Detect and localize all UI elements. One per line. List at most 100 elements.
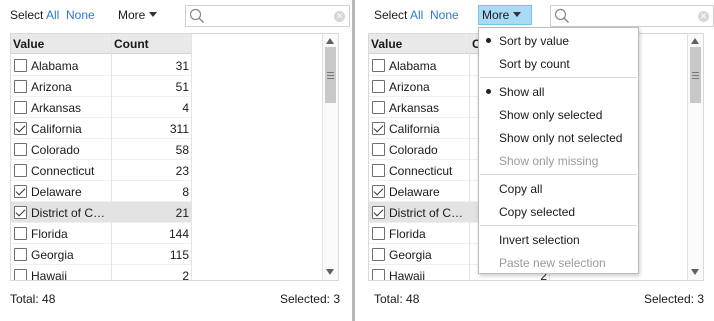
table-row[interactable]: Hawaii 2 <box>11 265 191 281</box>
row-count: 58 <box>175 143 189 157</box>
menu-separator <box>480 225 637 226</box>
row-value: Georgia <box>389 248 432 262</box>
table-row[interactable]: District of Columbia 21 <box>11 202 191 223</box>
menu-paste-new-selection: Paste new selection <box>499 256 606 270</box>
toolbar: Select All None More ✕ <box>368 5 714 27</box>
header-count[interactable]: Count <box>114 37 149 51</box>
vertical-scrollbar[interactable] <box>322 34 338 280</box>
menu-show-only-not-selected[interactable]: Show only not selected <box>499 131 622 145</box>
row-value: Alabama <box>389 59 437 73</box>
scroll-down-icon[interactable] <box>691 269 699 275</box>
row-count: 115 <box>169 248 189 262</box>
row-value: Connecticut <box>31 164 95 178</box>
clear-search-icon[interactable]: ✕ <box>334 11 345 22</box>
menu-separator <box>480 77 637 78</box>
more-button[interactable]: More <box>114 5 161 25</box>
panel-divider <box>350 0 358 321</box>
search-input[interactable]: ✕ <box>185 5 350 27</box>
menu-sort-by-value[interactable]: Sort by value <box>499 34 569 48</box>
toolbar: Select All None More ✕ <box>10 5 350 27</box>
menu-show-all[interactable]: Show all <box>499 85 544 99</box>
row-checkbox[interactable] <box>14 227 27 240</box>
row-checkbox[interactable] <box>14 80 27 93</box>
row-checkbox[interactable] <box>372 122 385 135</box>
row-value: Alabama <box>31 59 79 73</box>
header-value[interactable]: Value <box>13 37 44 51</box>
row-count: 21 <box>175 206 189 220</box>
vertical-scrollbar[interactable] <box>687 34 703 280</box>
search-icon <box>554 8 569 23</box>
row-checkbox[interactable] <box>372 143 385 156</box>
menu-copy-selected[interactable]: Copy selected <box>499 205 575 219</box>
header-value[interactable]: Value <box>371 37 402 51</box>
grip-icon <box>327 72 334 79</box>
row-checkbox[interactable] <box>372 227 385 240</box>
row-checkbox[interactable] <box>372 269 385 280</box>
search-input[interactable]: ✕ <box>550 5 714 27</box>
row-checkbox[interactable] <box>14 122 27 135</box>
row-value: District of Columbia <box>31 206 111 220</box>
row-count: 23 <box>175 164 189 178</box>
row-checkbox[interactable] <box>14 206 27 219</box>
row-checkbox[interactable] <box>372 206 385 219</box>
row-value: Hawaii <box>31 269 68 281</box>
table-row[interactable]: Connecticut 23 <box>11 160 191 181</box>
select-none-link[interactable]: None <box>66 8 95 22</box>
row-value: Arkansas <box>389 101 440 115</box>
selected-count: Selected: 3 <box>279 292 340 306</box>
selected-bullet-icon <box>486 89 491 94</box>
selected-bullet-icon <box>486 38 491 43</box>
row-checkbox[interactable] <box>372 185 385 198</box>
search-icon <box>189 8 204 23</box>
more-button[interactable]: More <box>478 5 532 25</box>
table-row[interactable]: Colorado 58 <box>11 139 191 160</box>
row-checkbox[interactable] <box>14 164 27 177</box>
column-divider <box>469 34 470 280</box>
clear-search-icon[interactable]: ✕ <box>698 11 709 22</box>
select-all-link[interactable]: All <box>46 8 59 22</box>
row-value: California <box>31 122 82 136</box>
row-count: 144 <box>168 227 189 241</box>
row-checkbox[interactable] <box>372 59 385 72</box>
table-row[interactable]: Georgia 115 <box>11 244 191 265</box>
scroll-up-icon[interactable] <box>326 38 334 44</box>
row-value: Georgia <box>31 248 74 262</box>
table-row[interactable]: California 311 <box>11 118 191 139</box>
scroll-thumb[interactable] <box>690 47 701 103</box>
select-all-link[interactable]: All <box>410 8 423 22</box>
menu-show-only-selected[interactable]: Show only selected <box>499 108 602 122</box>
row-checkbox[interactable] <box>372 248 385 261</box>
row-checkbox[interactable] <box>372 101 385 114</box>
row-count: 51 <box>175 80 189 94</box>
row-checkbox[interactable] <box>372 164 385 177</box>
scroll-up-icon[interactable] <box>691 38 699 44</box>
row-checkbox[interactable] <box>14 143 27 156</box>
row-checkbox[interactable] <box>14 269 27 280</box>
select-none-link[interactable]: None <box>430 8 459 22</box>
row-count: 2 <box>182 269 189 281</box>
menu-copy-all[interactable]: Copy all <box>499 182 542 196</box>
caret-down-icon <box>149 12 158 17</box>
scroll-thumb[interactable] <box>325 47 336 103</box>
total-count: Total: 48 <box>374 292 420 306</box>
selected-count: Selected: 3 <box>643 292 704 306</box>
row-value: Colorado <box>31 143 80 157</box>
grip-icon <box>692 72 699 79</box>
table-row[interactable]: Arkansas 4 <box>11 97 191 118</box>
row-value: Arizona <box>31 80 72 94</box>
table-row[interactable]: Florida 144 <box>11 223 191 244</box>
menu-invert-selection[interactable]: Invert selection <box>499 233 580 247</box>
scroll-down-icon[interactable] <box>326 269 334 275</box>
row-checkbox[interactable] <box>14 101 27 114</box>
menu-sort-by-count[interactable]: Sort by count <box>499 57 570 71</box>
column-divider <box>111 34 112 280</box>
row-checkbox[interactable] <box>14 185 27 198</box>
row-checkbox[interactable] <box>14 59 27 72</box>
table-row[interactable]: Arizona 51 <box>11 76 191 97</box>
table-row[interactable]: Alabama 31 <box>11 55 191 76</box>
row-checkbox[interactable] <box>372 80 385 93</box>
menu-show-only-missing: Show only missing <box>499 154 599 168</box>
row-value: Florida <box>389 227 426 241</box>
row-checkbox[interactable] <box>14 248 27 261</box>
table-row[interactable]: Delaware 8 <box>11 181 191 202</box>
